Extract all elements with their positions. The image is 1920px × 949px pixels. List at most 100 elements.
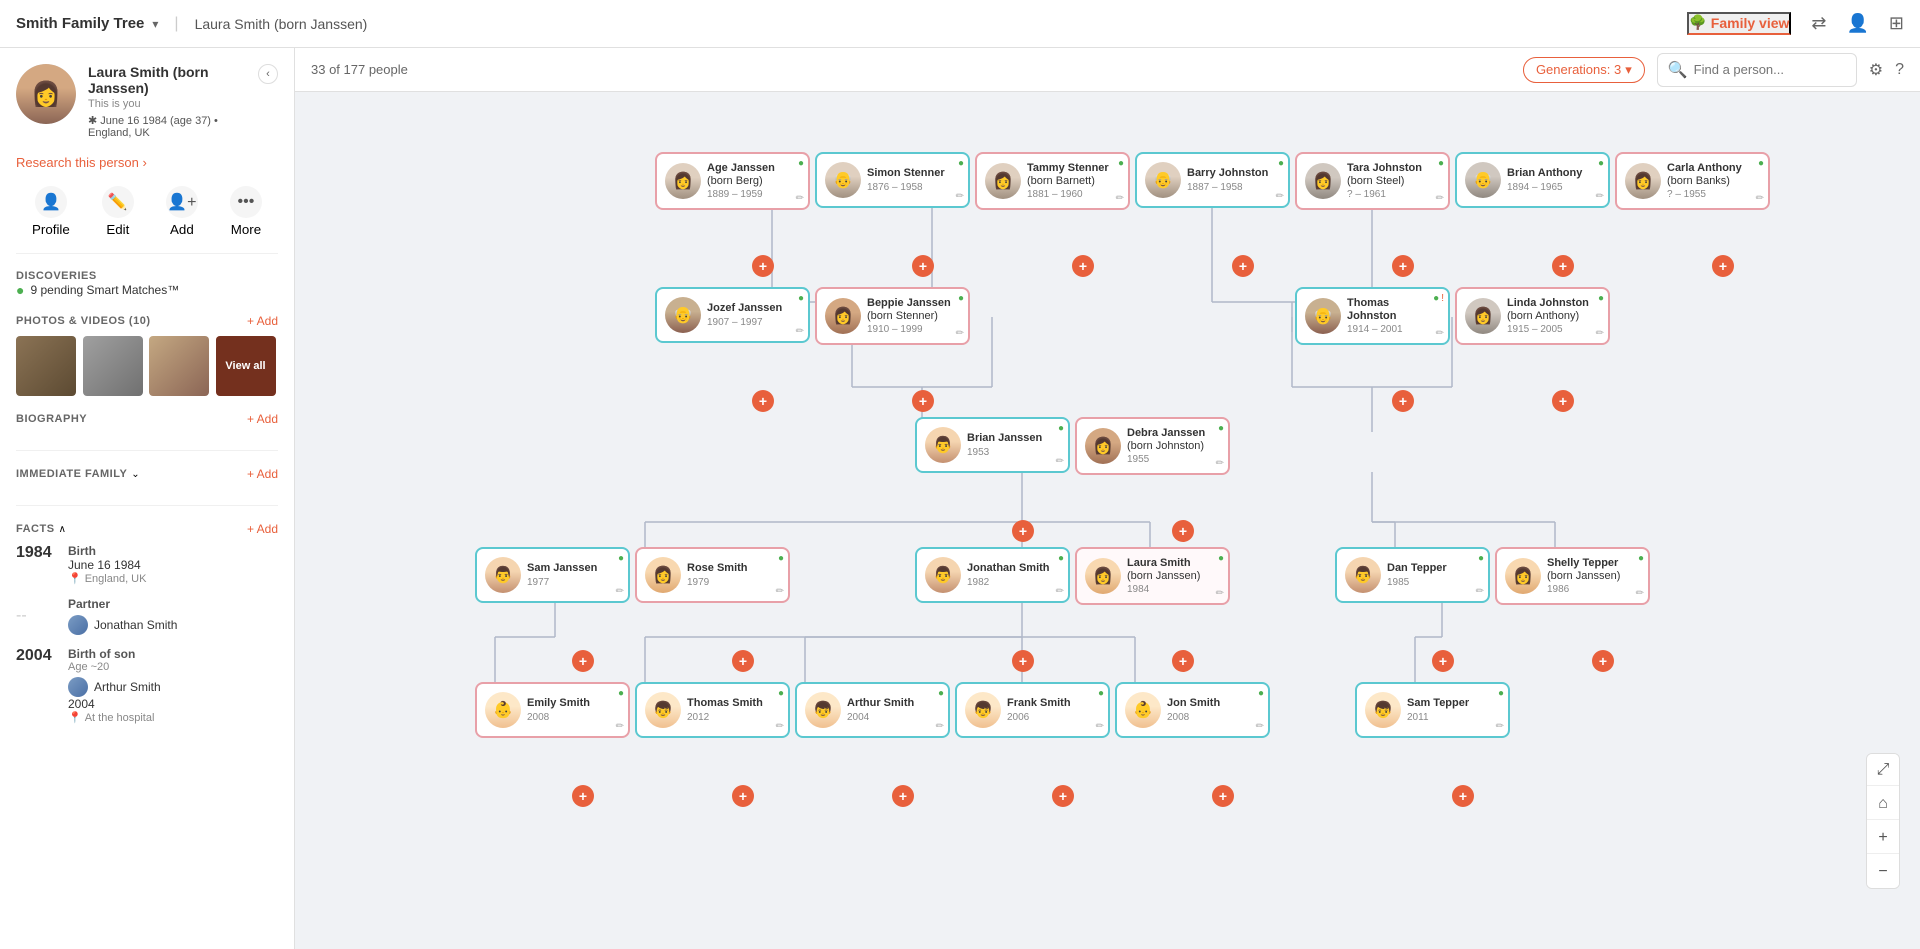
- card-carla-anthony[interactable]: 👩 Carla Anthony(born Banks) ? – 1955 ● ✏: [1615, 152, 1770, 210]
- immediate-family-expand-icon[interactable]: ⌄: [131, 469, 139, 480]
- son-name[interactable]: Arthur Smith: [94, 680, 161, 694]
- card-emily-smith[interactable]: 👶 Emily Smith 2008 ● ✏: [475, 682, 630, 738]
- add-btn-debra-below[interactable]: +: [1172, 520, 1194, 542]
- profile-button[interactable]: 👤: [1846, 13, 1868, 34]
- card-thomas-smith[interactable]: 👦 Thomas Smith 2012 ● ✏: [635, 682, 790, 738]
- add-btn-frank-below[interactable]: +: [1052, 785, 1074, 807]
- card-frank-smith[interactable]: 👦 Frank Smith 2006 ● ✏: [955, 682, 1110, 738]
- add-btn-beppie-below[interactable]: +: [912, 390, 934, 412]
- research-link[interactable]: Research this person ›: [16, 155, 278, 170]
- family-view-button[interactable]: 🌳 Family view: [1687, 12, 1791, 35]
- add-btn-barry-below[interactable]: +: [1232, 255, 1254, 277]
- edit-pencil[interactable]: ✏: [1056, 456, 1064, 467]
- share-button[interactable]: ⇄: [1811, 13, 1826, 34]
- find-person-input[interactable]: [1694, 62, 1846, 77]
- edit-pencil[interactable]: ✏: [1216, 458, 1224, 469]
- edit-pencil[interactable]: ✏: [1116, 193, 1124, 204]
- add-btn-dan-below[interactable]: +: [1432, 650, 1454, 672]
- add-btn-jonathan-below[interactable]: +: [1012, 650, 1034, 672]
- photo-thumb-2[interactable]: [83, 336, 143, 396]
- home-button[interactable]: ⌂: [1867, 788, 1899, 820]
- edit-pencil[interactable]: ✏: [1636, 588, 1644, 599]
- card-brian-anthony[interactable]: 👴 Brian Anthony 1894 – 1965 ● ✏: [1455, 152, 1610, 208]
- sidebar-collapse-button[interactable]: ‹: [258, 64, 278, 84]
- card-brian-janssen[interactable]: 👨 Brian Janssen 1953 ● ✏: [915, 417, 1070, 473]
- edit-pencil[interactable]: ✏: [796, 193, 804, 204]
- add-btn-sam-t-below[interactable]: +: [1452, 785, 1474, 807]
- add-btn-brian-j-below[interactable]: +: [1012, 520, 1034, 542]
- edit-pencil[interactable]: ✏: [1596, 191, 1604, 202]
- expand-button[interactable]: ⤢: [1867, 754, 1899, 786]
- add-btn-linda-below[interactable]: +: [1552, 390, 1574, 412]
- add-btn-tara-below[interactable]: +: [1392, 255, 1414, 277]
- edit-pencil[interactable]: ✏: [1496, 721, 1504, 732]
- card-dan-tepper[interactable]: 👨 Dan Tepper 1985 ● ✏: [1335, 547, 1490, 603]
- add-btn-rose-below[interactable]: +: [732, 650, 754, 672]
- edit-pencil[interactable]: ✏: [956, 191, 964, 202]
- card-simon-stenner[interactable]: 👴 Simon Stenner 1876 – 1958 ● ✏: [815, 152, 970, 208]
- card-jozef-janssen[interactable]: 👴 Jozef Janssen 1907 – 1997 ● ✏: [655, 287, 810, 343]
- card-jon-smith[interactable]: 👶 Jon Smith 2008 ● ✏: [1115, 682, 1270, 738]
- edit-pencil[interactable]: ✏: [1436, 328, 1444, 339]
- photos-add-button[interactable]: + Add: [247, 314, 278, 328]
- profile-action-button[interactable]: 👤 Profile: [32, 186, 70, 237]
- more-action-button[interactable]: ••• More: [230, 186, 262, 237]
- card-jonathan-smith[interactable]: 👨 Jonathan Smith 1982 ● ✏: [915, 547, 1070, 603]
- edit-pencil[interactable]: ✏: [1096, 721, 1104, 732]
- zoom-in-button[interactable]: +: [1867, 822, 1899, 854]
- add-btn-jozef-below[interactable]: +: [752, 390, 774, 412]
- card-arthur-smith[interactable]: 👦 Arthur Smith 2004 ● ✏: [795, 682, 950, 738]
- card-barry-johnston[interactable]: 👴 Barry Johnston 1887 – 1958 ● ✏: [1135, 152, 1290, 208]
- add-btn-emily-below[interactable]: +: [572, 785, 594, 807]
- edit-pencil[interactable]: ✏: [1276, 191, 1284, 202]
- card-tammy-stenner[interactable]: 👩 Tammy Stenner(born Barnett) 1881 – 196…: [975, 152, 1130, 210]
- edit-pencil[interactable]: ✏: [1256, 721, 1264, 732]
- card-linda-johnston[interactable]: 👩 Linda Johnston(born Anthony) 1915 – 20…: [1455, 287, 1610, 345]
- edit-pencil[interactable]: ✏: [1216, 588, 1224, 599]
- add-btn-age-below[interactable]: +: [752, 255, 774, 277]
- photo-thumb-3[interactable]: [149, 336, 209, 396]
- photo-thumb-4[interactable]: View all: [216, 336, 276, 396]
- card-laura-smith[interactable]: 👩 Laura Smith(born Janssen) 1984 ● ✏: [1075, 547, 1230, 605]
- add-btn-thomas-s-below[interactable]: +: [732, 785, 754, 807]
- edit-pencil[interactable]: ✏: [1056, 586, 1064, 597]
- edit-action-button[interactable]: ✏️ Edit: [102, 186, 134, 237]
- immediate-family-add-button[interactable]: + Add: [247, 467, 278, 481]
- biography-add-button[interactable]: + Add: [247, 412, 278, 426]
- card-rose-smith[interactable]: 👩 Rose Smith 1979 ● ✏: [635, 547, 790, 603]
- edit-pencil[interactable]: ✏: [956, 328, 964, 339]
- edit-pencil[interactable]: ✏: [936, 721, 944, 732]
- card-sam-janssen[interactable]: 👨 Sam Janssen 1977 ● ✏: [475, 547, 630, 603]
- card-age-janssen[interactable]: 👩 Age Janssen(born Berg) 1889 – 1959 ● ✏: [655, 152, 810, 210]
- card-shelly-tepper[interactable]: 👩 Shelly Tepper(born Janssen) 1986 ● ✏: [1495, 547, 1650, 605]
- add-action-button[interactable]: 👤+ Add: [166, 186, 198, 237]
- edit-pencil[interactable]: ✏: [1596, 328, 1604, 339]
- grid-button[interactable]: ⊞: [1889, 13, 1904, 34]
- settings-button[interactable]: ⚙: [1869, 60, 1883, 80]
- edit-pencil[interactable]: ✏: [616, 721, 624, 732]
- edit-pencil[interactable]: ✏: [616, 586, 624, 597]
- add-btn-shelly-below[interactable]: +: [1592, 650, 1614, 672]
- edit-pencil[interactable]: ✏: [1756, 193, 1764, 204]
- edit-pencil[interactable]: ✏: [776, 586, 784, 597]
- add-btn-sam-j-below[interactable]: +: [572, 650, 594, 672]
- add-btn-thomas-j-below[interactable]: +: [1392, 390, 1414, 412]
- generations-button[interactable]: Generations: 3 ▾: [1523, 57, 1645, 83]
- add-btn-jon-below[interactable]: +: [1212, 785, 1234, 807]
- card-sam-tepper[interactable]: 👦 Sam Tepper 2011 ● ✏: [1355, 682, 1510, 738]
- card-thomas-johnston[interactable]: 👴 Thomas Johnston 1914 – 2001 ● ! ✏: [1295, 287, 1450, 345]
- card-debra-janssen[interactable]: 👩 Debra Janssen(born Johnston) 1955 ● ✏: [1075, 417, 1230, 475]
- add-btn-laura-below[interactable]: +: [1172, 650, 1194, 672]
- card-beppie-janssen[interactable]: 👩 Beppie Janssen(born Stenner) 1910 – 19…: [815, 287, 970, 345]
- edit-pencil[interactable]: ✏: [796, 326, 804, 337]
- add-btn-carla-below[interactable]: +: [1712, 255, 1734, 277]
- facts-add-button[interactable]: + Add: [247, 522, 278, 536]
- help-button[interactable]: ?: [1895, 61, 1904, 79]
- add-btn-tammy-below[interactable]: +: [1072, 255, 1094, 277]
- tree-title[interactable]: Smith Family Tree: [16, 15, 144, 32]
- edit-pencil[interactable]: ✏: [1476, 586, 1484, 597]
- card-tara-johnston[interactable]: 👩 Tara Johnston(born Steel) ? – 1961 ● ✏: [1295, 152, 1450, 210]
- zoom-out-button[interactable]: −: [1867, 856, 1899, 888]
- partner-name[interactable]: Jonathan Smith: [94, 618, 177, 632]
- smart-match-item[interactable]: ● 9 pending Smart Matches™: [16, 282, 278, 298]
